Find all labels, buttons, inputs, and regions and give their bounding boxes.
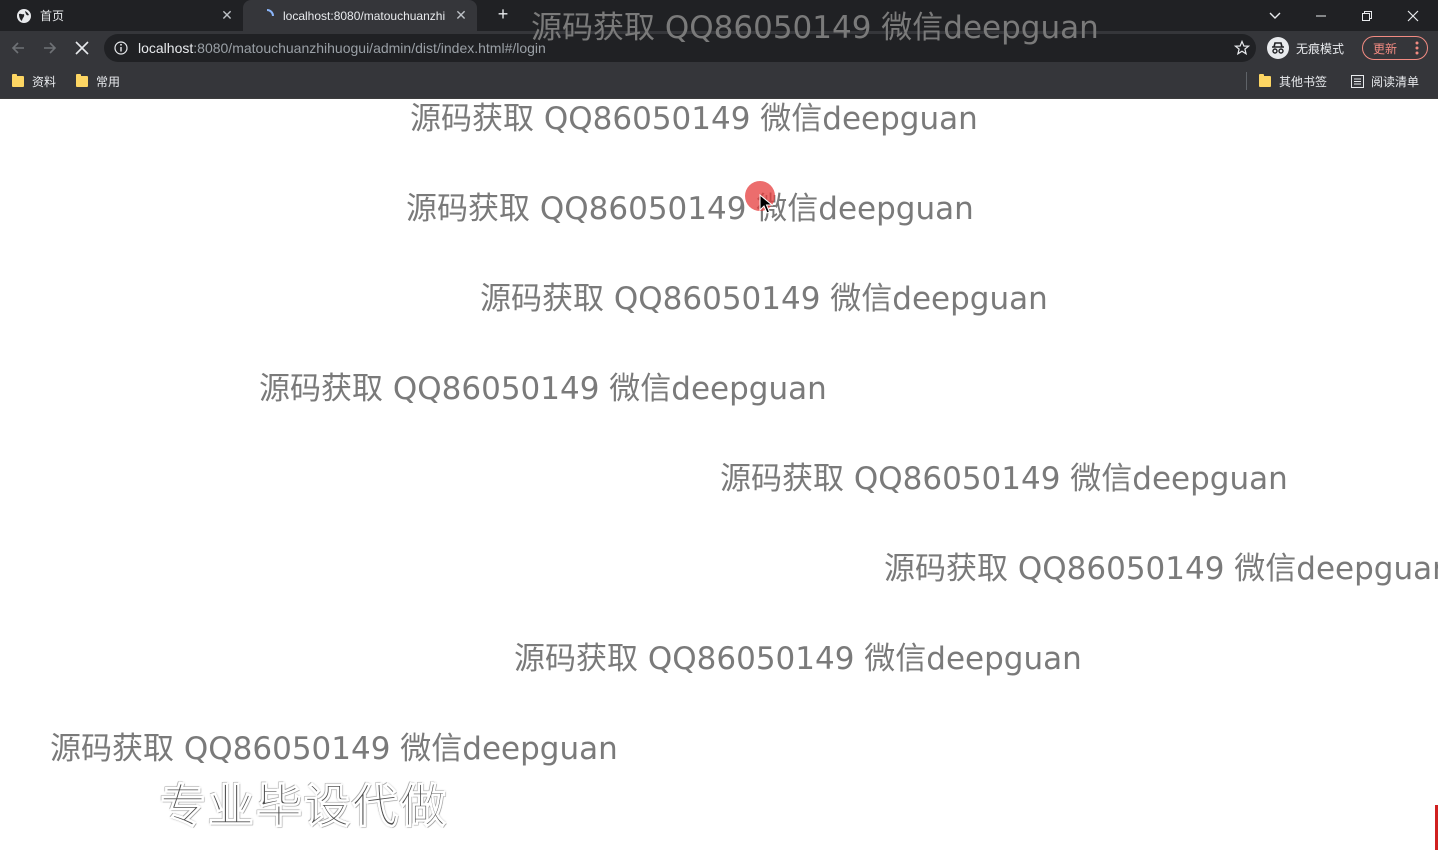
update-button[interactable]: 更新 [1362, 36, 1428, 60]
folder-icon [1259, 74, 1271, 87]
url-path: :8080/matouchuanzhihuogui/admin/dist/ind… [193, 40, 546, 56]
incognito-icon [1267, 37, 1289, 59]
tab-login[interactable]: localhost:8080/matouchuanzhi ✕ [243, 0, 477, 31]
close-window-button[interactable] [1390, 0, 1436, 31]
watermark-text: 源码获取 QQ86050149 微信deepguan [514, 641, 1082, 677]
globe-icon [17, 8, 31, 23]
watermark-text: 源码获取 QQ86050149 微信deepguan [531, 10, 1099, 46]
watermark-text: 源码获取 QQ86050149 微信deepguan [50, 731, 618, 767]
star-icon[interactable] [1234, 40, 1250, 56]
bookmark-label: 阅读清单 [1371, 75, 1420, 89]
bookmark-folder-resources[interactable]: 资料 [12, 73, 56, 90]
reading-list-icon [1351, 75, 1364, 88]
restore-button[interactable] [1344, 0, 1390, 31]
bookmark-label: 资料 [32, 75, 57, 89]
close-icon [75, 41, 89, 55]
restore-icon [1362, 10, 1372, 21]
close-tab-icon[interactable]: ✕ [451, 7, 471, 24]
arrow-left-icon [11, 42, 24, 54]
tab-title: 首页 [40, 9, 65, 23]
arrow-right-icon [44, 42, 57, 54]
more-menu-icon[interactable] [1415, 40, 1419, 56]
tab-home[interactable]: 首页 ✕ [0, 0, 243, 31]
watermark-text: 源码获取 QQ86050149 微信deepguan [720, 461, 1288, 497]
watermark-text: 源码获取 QQ86050149 微信deepguan [480, 281, 1048, 317]
watermark-text: 源码获取 QQ86050149 微信deepguan [884, 551, 1438, 587]
bookmark-label: 其他书签 [1279, 75, 1328, 89]
url-host: localhost [138, 40, 194, 56]
reading-list-button[interactable]: 阅读清单 [1351, 73, 1419, 90]
bookmark-label: 常用 [96, 75, 121, 89]
loading-icon [266, 8, 274, 16]
incognito-label: 无痕模式 [1296, 41, 1345, 56]
bookmark-divider [1246, 72, 1247, 90]
bookmark-folder-common[interactable]: 常用 [76, 73, 120, 90]
bookmark-folder-other[interactable]: 其他书签 [1259, 73, 1327, 90]
watermark-text: 源码获取 QQ86050149 微信deepguan [410, 101, 978, 137]
incognito-indicator[interactable]: 无痕模式 [1266, 35, 1344, 61]
back-button[interactable] [6, 36, 30, 60]
watermark-text: 源码获取 QQ86050149 微信deepguan [259, 371, 827, 407]
close-icon [1407, 10, 1419, 21]
url-text[interactable]: localhost:8080/matouchuanzhihuogui/admin… [138, 40, 546, 56]
chevron-down-icon [1269, 12, 1281, 19]
login-page: 源码获取 QQ86050149 微信deepguan 源码获取 QQ860501… [0, 99, 1438, 850]
minimize-button[interactable] [1298, 0, 1344, 31]
minimize-icon [1316, 15, 1326, 16]
stop-loading-button[interactable] [70, 36, 94, 60]
new-tab-button[interactable]: + [492, 4, 514, 26]
forward-button[interactable] [38, 36, 62, 60]
tab-title: localhost:8080/matouchuanzhi [283, 8, 446, 23]
folder-icon [76, 74, 88, 87]
close-tab-icon[interactable]: ✕ [217, 7, 237, 24]
promo-banner-text: 专业毕设代做 [160, 779, 448, 834]
watermark-text: 源码获取 QQ86050149 微信deepguan [406, 191, 974, 227]
info-icon[interactable] [114, 41, 128, 55]
mouse-cursor-icon [759, 194, 773, 214]
tab-search-button[interactable] [1252, 0, 1298, 31]
folder-icon [12, 74, 24, 87]
update-label: 更新 [1373, 41, 1398, 56]
